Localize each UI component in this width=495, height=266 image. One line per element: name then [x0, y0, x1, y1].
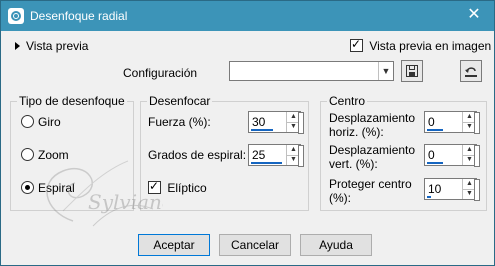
center-group-label: Centro	[327, 94, 368, 108]
radio-twist[interactable]: Giro	[21, 114, 61, 129]
hshift-label: Desplazamiento horiz. (%):	[329, 111, 415, 139]
config-label: Configuración	[123, 66, 198, 80]
decorative-swirl-watermark: Sylviane	[46, 160, 163, 227]
image-preview-checkbox-box[interactable]: ✓	[350, 37, 363, 53]
strength-level-bar[interactable]	[251, 129, 273, 131]
title-bar[interactable]: Desenfoque radial ✕	[1, 1, 494, 31]
hshift-label-line2: horiz. (%):	[329, 125, 384, 139]
window-title: Desenfoque radial	[30, 9, 128, 23]
cancel-button[interactable]: Cancelar	[219, 234, 291, 256]
spiral-degrees-level-bar[interactable]	[251, 162, 282, 164]
strength-value[interactable]: 30	[252, 115, 265, 129]
protect-center-slider-handle[interactable]	[474, 179, 480, 201]
vshift-value[interactable]: 0	[428, 148, 435, 162]
spiral-degrees-value[interactable]: 25	[252, 148, 265, 162]
protect-center-value[interactable]: 10	[428, 182, 441, 196]
vshift-level-bar[interactable]	[427, 162, 443, 164]
watermark-signature: Sylviane	[88, 190, 163, 214]
spiral-degrees-slider-handle[interactable]	[298, 145, 304, 167]
protect-center-level-bar[interactable]	[427, 196, 431, 198]
protect-center-label: Proteger centro (%):	[329, 177, 412, 205]
expand-triangle-icon	[15, 41, 20, 50]
blur-type-group-label: Tipo de desenfoque	[17, 94, 127, 108]
hshift-spinner[interactable]: 0 ▲ ▼	[424, 111, 480, 134]
elliptic-label: Elíptico	[167, 180, 207, 195]
protect-center-spinner[interactable]: 10 ▲ ▼	[424, 178, 480, 201]
checkmark-icon: ✓	[351, 37, 362, 52]
ok-button[interactable]: Aceptar	[138, 234, 210, 256]
blur-group-label: Desenfocar	[147, 94, 213, 108]
hshift-slider-handle[interactable]	[474, 112, 480, 134]
dialog-window: Desenfoque radial ✕ Vista previa ✓ Vista…	[0, 0, 495, 266]
vshift-spinner[interactable]: 0 ▲ ▼	[424, 144, 480, 167]
radio-twist-label: Giro	[38, 114, 61, 129]
protect-center-label-line2: (%):	[329, 191, 351, 205]
save-preset-button[interactable]	[401, 60, 423, 82]
strength-label: Fuerza (%):	[148, 115, 211, 129]
hshift-label-line1: Desplazamiento	[329, 111, 416, 125]
spiral-degrees-spinner[interactable]: 25 ▲ ▼	[248, 144, 304, 167]
floppy-disk-icon	[406, 65, 418, 77]
image-preview-label: Vista previa en imagen	[369, 38, 492, 53]
strength-spinner[interactable]: 30 ▲ ▼	[248, 111, 304, 134]
vshift-slider-handle[interactable]	[474, 145, 480, 167]
chevron-down-icon[interactable]: ▼	[378, 62, 393, 80]
vshift-label-line2: vert. (%):	[329, 157, 378, 171]
vshift-label: Desplazamiento vert. (%):	[329, 143, 415, 171]
protect-center-label-line1: Proteger centro	[329, 177, 412, 191]
reset-defaults-button[interactable]	[460, 60, 482, 82]
config-combo[interactable]: ▼	[229, 61, 394, 81]
preview-expander-label: Vista previa	[26, 38, 89, 53]
preview-expander[interactable]: Vista previa	[15, 38, 88, 53]
strength-slider-handle[interactable]	[298, 112, 304, 134]
radio-twist-circle[interactable]	[21, 115, 34, 129]
vshift-label-line1: Desplazamiento	[329, 143, 416, 157]
reset-arrow-icon	[465, 67, 477, 77]
radial-blur-app-icon	[8, 8, 24, 24]
close-button[interactable]: ✕	[460, 4, 488, 26]
image-preview-checkbox[interactable]: ✓ Vista previa en imagen	[350, 37, 492, 53]
help-button[interactable]: Ayuda	[300, 234, 372, 256]
hshift-value[interactable]: 0	[428, 115, 435, 129]
hshift-level-bar[interactable]	[427, 129, 443, 131]
